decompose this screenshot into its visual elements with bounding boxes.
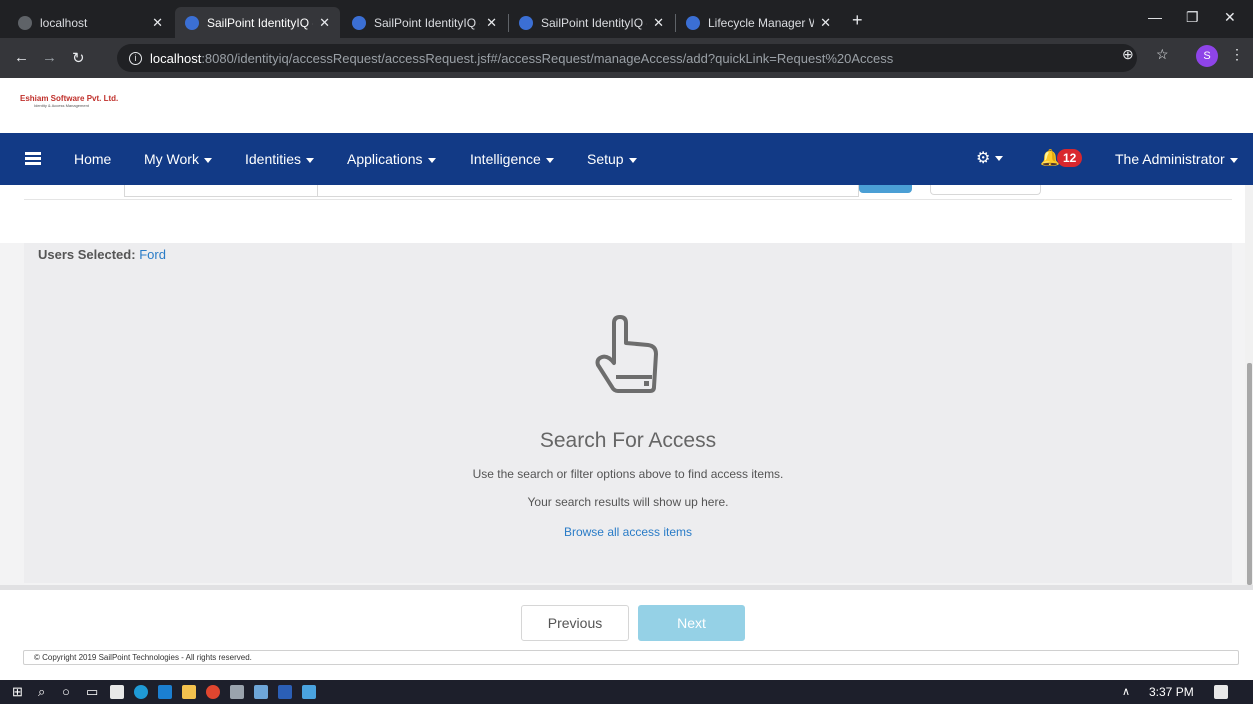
nav-applications[interactable]: Applications xyxy=(347,151,436,167)
restore-icon[interactable]: ❐ xyxy=(1186,9,1199,26)
address-bar[interactable]: i localhost:8080/identityiq/accessReques… xyxy=(117,44,1137,72)
caret-down-icon xyxy=(306,157,315,163)
empty-state-subtitle: Your search results will show up here. xyxy=(527,495,729,509)
search-icon[interactable]: ⌕ xyxy=(38,684,45,700)
clock[interactable]: 3:37 PM xyxy=(1149,685,1194,699)
close-tab-icon[interactable]: ✕ xyxy=(486,15,497,31)
action-center-icon[interactable] xyxy=(1214,685,1228,699)
browser-toolbar: ← → ↻ i localhost:8080/identityiq/access… xyxy=(0,38,1253,78)
store-icon[interactable] xyxy=(110,685,124,699)
empty-state-title: Search For Access xyxy=(539,429,717,452)
menu-hamburger-icon[interactable] xyxy=(25,152,41,166)
word-icon[interactable] xyxy=(278,685,292,699)
close-tab-icon[interactable]: ✕ xyxy=(319,15,330,31)
tray-chevron-up-icon[interactable]: ∧ xyxy=(1122,685,1130,698)
users-selected: Users Selected: Ford xyxy=(38,247,166,262)
nav-home[interactable]: Home xyxy=(74,151,111,167)
sailpoint-favicon-icon xyxy=(185,15,199,30)
browser-tab-access[interactable]: SailPoint IdentityIQ - Acces ✕ xyxy=(509,7,674,38)
chrome-icon[interactable] xyxy=(206,685,220,699)
browser-tab-lifecycle-manager[interactable]: Lifecycle Manager Workflo ✕ xyxy=(676,7,841,38)
browser-tab-strip: localhost ✕ SailPoint IdentityIQ - Manag… xyxy=(0,0,1253,38)
task-view-icon[interactable]: ▭ xyxy=(86,684,98,700)
caret-down-icon xyxy=(203,157,212,163)
nav-setup[interactable]: Setup xyxy=(587,151,637,167)
browser-tab-localhost[interactable]: localhost ✕ xyxy=(8,7,173,38)
close-tab-icon[interactable]: ✕ xyxy=(653,15,664,31)
tab-label: Lifecycle Manager Workflo xyxy=(708,15,814,30)
caret-down-icon xyxy=(1229,157,1238,163)
scrollbar-thumb[interactable] xyxy=(1247,363,1252,585)
app-icon[interactable] xyxy=(230,685,244,699)
windows-start-icon[interactable]: ⊞ xyxy=(12,684,23,700)
forward-icon[interactable]: → xyxy=(42,49,57,66)
edge-icon[interactable] xyxy=(134,685,148,699)
browser-tab-edit-identity[interactable]: SailPoint IdentityIQ - Edit Id ✕ xyxy=(342,7,507,38)
caret-down-icon xyxy=(545,157,554,163)
search-button-remnant[interactable] xyxy=(859,185,912,193)
window-close-icon[interactable]: ✕ xyxy=(1224,9,1236,26)
back-icon[interactable]: ← xyxy=(14,49,29,66)
sailpoint-favicon-icon xyxy=(686,15,700,30)
previous-button[interactable]: Previous xyxy=(521,605,629,641)
zoom-icon[interactable]: ⊕ xyxy=(1122,46,1134,63)
sailpoint-favicon-icon xyxy=(352,15,366,30)
settings-gear-icon[interactable]: ⚙ xyxy=(976,148,1004,168)
results-panel: Users Selected: Ford Search For Access U… xyxy=(24,243,1232,583)
caret-down-icon xyxy=(427,157,436,163)
info-icon[interactable]: i xyxy=(129,51,142,65)
filter-button-remnant[interactable] xyxy=(930,185,1041,195)
notification-count-badge: 12 xyxy=(1057,149,1083,167)
app-icon[interactable] xyxy=(254,685,268,699)
pointing-hand-icon xyxy=(595,315,658,393)
close-tab-icon[interactable]: ✕ xyxy=(152,15,163,31)
company-logo: Eshiam Software Pvt. Ltd. Identity & Acc… xyxy=(20,94,119,108)
content-area: Users Selected: Ford Search For Access U… xyxy=(0,185,1253,585)
profile-avatar[interactable]: S xyxy=(1196,45,1218,67)
main-navbar: Home My Work Identities Applications Int… xyxy=(0,133,1253,185)
empty-state-subtitle: Use the search or filter options above t… xyxy=(472,467,784,481)
mail-icon[interactable] xyxy=(158,685,172,699)
nav-identities[interactable]: Identities xyxy=(245,151,315,167)
search-box-remnant[interactable] xyxy=(124,185,859,197)
selected-user-link[interactable]: Ford xyxy=(139,247,166,262)
photos-icon[interactable] xyxy=(302,685,316,699)
browse-all-link[interactable]: Browse all access items xyxy=(24,525,1232,539)
file-explorer-icon[interactable] xyxy=(182,685,196,699)
user-menu[interactable]: The Administrator xyxy=(1115,151,1238,167)
nav-intelligence[interactable]: Intelligence xyxy=(470,151,554,167)
sailpoint-favicon-icon xyxy=(519,15,533,30)
next-button[interactable]: Next xyxy=(638,605,745,641)
reload-icon[interactable]: ↻ xyxy=(72,49,85,67)
browser-menu-icon[interactable]: ⋮ xyxy=(1230,46,1244,63)
globe-icon xyxy=(18,15,32,30)
nav-my-work[interactable]: My Work xyxy=(144,151,212,167)
browser-tab-manage-access[interactable]: SailPoint IdentityIQ - Manag ✕ xyxy=(175,7,340,38)
close-tab-icon[interactable]: ✕ xyxy=(820,15,831,31)
copyright-bar: © Copyright 2019 SailPoint Technologies … xyxy=(23,650,1239,665)
cortana-icon[interactable]: ○ xyxy=(62,684,70,699)
bookmark-star-icon[interactable]: ☆ xyxy=(1156,46,1169,63)
caret-down-icon xyxy=(628,157,637,163)
windows-taskbar: ⊞ ⌕ ○ ▭ ∧ 3:37 PM xyxy=(0,680,1253,704)
minimize-icon[interactable]: — xyxy=(1148,9,1162,25)
